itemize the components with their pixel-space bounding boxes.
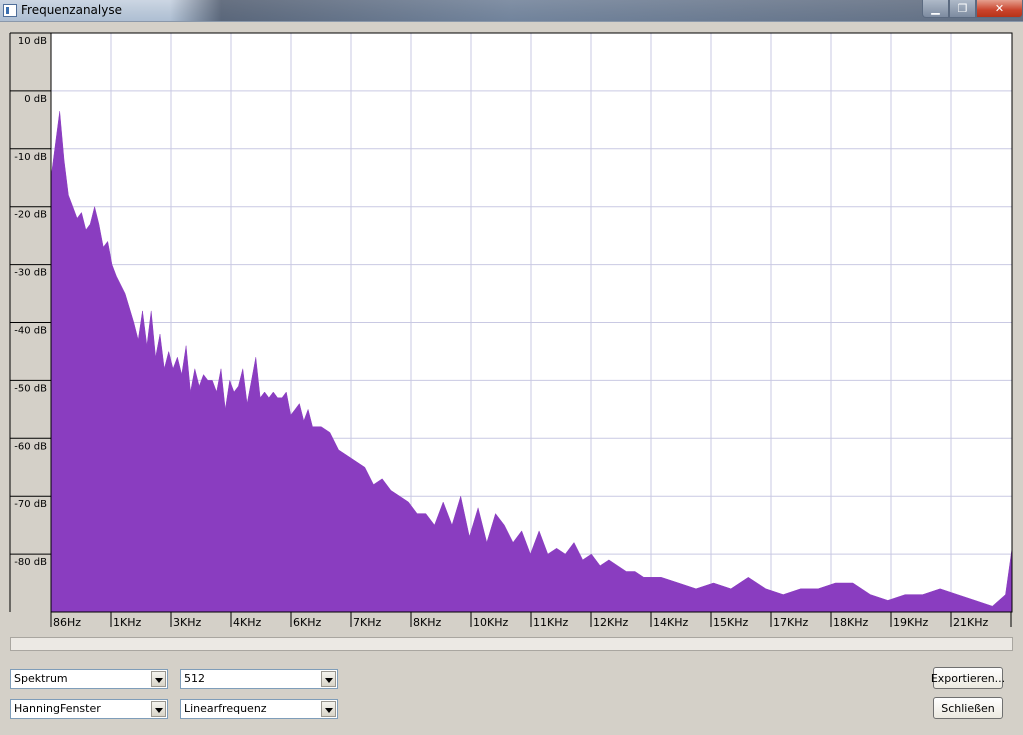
app-icon [3,4,17,17]
x-tick-label: 6KHz [293,616,321,629]
window-function-value: HanningFenster [14,702,101,715]
maximize-icon: ❐ [957,2,968,15]
x-tick-label: 3KHz [173,616,201,629]
window-function-select[interactable]: HanningFenster [10,699,168,719]
x-tick-label: 7KHz [353,616,381,629]
window-title: Frequenzanalyse [21,3,122,17]
x-tick-label: 8KHz [413,616,441,629]
x-tick-label: 19KHz [893,616,928,629]
x-tick-label: 1KHz [113,616,141,629]
x-tick-label: 15KHz [713,616,748,629]
x-tick-label: 18KHz [833,616,868,629]
close-icon: ✕ [994,2,1005,15]
x-tick-label: 21KHz [953,616,988,629]
x-tick-label: 11KHz [533,616,568,629]
horizontal-scrollbar[interactable] [10,637,1013,651]
y-tick-label: -50 dB [14,383,47,394]
axis-select-chevron-down-icon[interactable] [321,701,336,717]
spectrum-chart: 10 dB 0 dB -10 dB -20 dB -30 dB -40 dB -50 dB -… [9,32,1013,629]
size-select-chevron-down-icon[interactable] [321,671,336,687]
title-bar[interactable]: Frequenzanalyse ▁ ❐ ✕ [0,0,1023,22]
x-tick-label: 10KHz [473,616,508,629]
size-select[interactable]: 512 [180,669,338,689]
y-tick-label: -70 dB [14,499,47,510]
y-tick-label: -30 dB [14,268,47,279]
y-tick-label: -10 dB [14,152,47,163]
y-tick-label: -40 dB [14,326,47,337]
y-tick-label: -60 dB [14,441,47,452]
axis-select[interactable]: Linearfrequenz [180,699,338,719]
y-tick-label: 0 dB [24,94,47,105]
y-tick-label: -80 dB [14,557,47,568]
close-button[interactable]: Schließen [933,697,1003,719]
window-controls: ▁ ❐ ✕ [922,0,1023,18]
y-tick-label: 10 dB [18,36,47,47]
x-tick-label: 12KHz [593,616,628,629]
minimize-icon: ▁ [931,2,940,15]
window-function-chevron-down-icon[interactable] [151,701,166,717]
size-select-value: 512 [184,672,205,685]
y-tick-label: -20 dB [14,210,47,221]
x-tick-label: 14KHz [653,616,688,629]
export-button[interactable]: Exportieren... [931,667,1005,689]
mode-select-chevron-down-icon[interactable] [151,671,166,687]
close-window-button[interactable]: ✕ [976,0,1023,18]
x-tick-label: 4KHz [233,616,261,629]
axis-select-value: Linearfrequenz [184,702,267,715]
mode-select[interactable]: Spektrum [10,669,168,689]
mode-select-value: Spektrum [14,672,68,685]
x-tick-label: 86Hz [53,616,81,629]
minimize-button[interactable]: ▁ [922,0,949,18]
spectrum-plot: 10 dB 0 dB -10 dB -20 dB -30 dB -40 dB -50 dB -… [0,22,1023,634]
maximize-button[interactable]: ❐ [949,0,976,18]
x-tick-label: 17KHz [773,616,808,629]
